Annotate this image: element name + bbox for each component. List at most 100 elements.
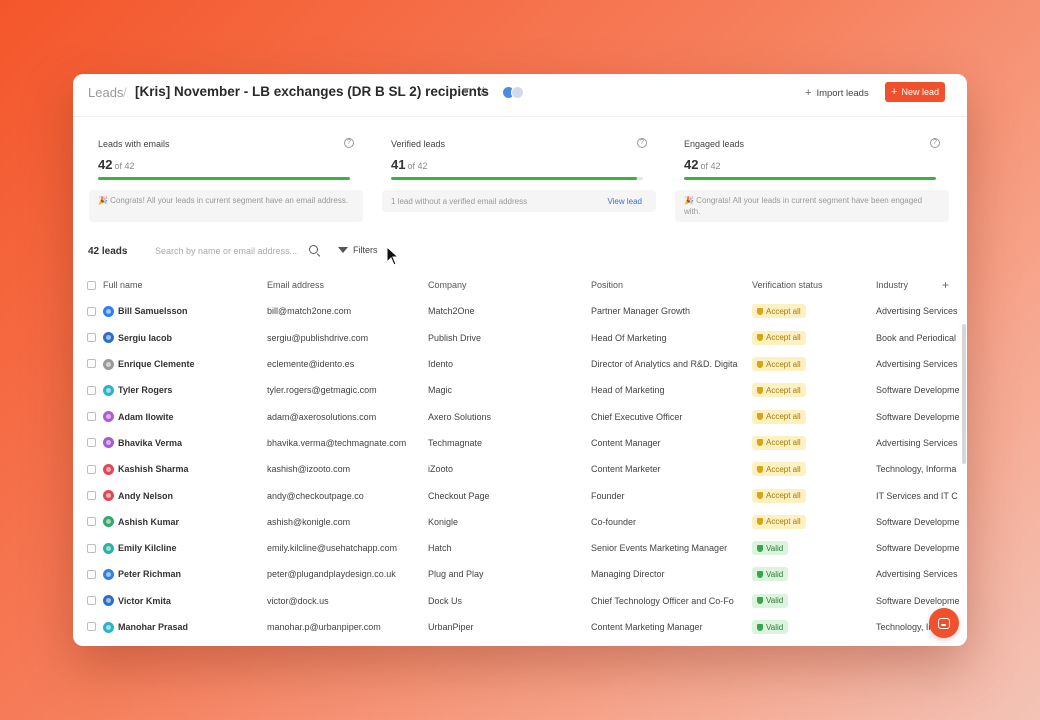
cell-email[interactable]: manohar.p@urbanpiper.com [267,614,422,640]
row-checkbox[interactable] [87,490,96,500]
cell-full-name[interactable]: Kashish Sharma [103,456,253,482]
cell-verification-status[interactable]: Valid [752,535,870,561]
cell-verification-status[interactable]: Accept all [752,456,870,482]
import-leads-button[interactable]: + Import leads [805,84,869,102]
table-row[interactable]: Victor Kmita victor@dock.us Dock Us Chief T… [73,588,967,614]
cell-position[interactable]: Director of Analytics and R&D. Digita [591,351,743,377]
row-checkbox[interactable] [87,517,96,527]
select-all-checkbox[interactable] [87,280,96,290]
cell-full-name[interactable]: Bhavika Verma [103,430,253,456]
row-checkbox[interactable] [87,543,96,553]
table-row[interactable]: Bill Samuelsson bill@match2one.com Match2O… [73,298,967,324]
cell-company[interactable]: Magic [428,377,583,403]
cell-verification-status[interactable]: Accept all [752,509,870,535]
table-row[interactable]: Adam Ilowite adam@axerosolutions.com Axero… [73,404,967,430]
table-row[interactable]: Tyler Rogers tyler.rogers@getmagic.com Mag… [73,377,967,403]
cell-email[interactable]: tyler.rogers@getmagic.com [267,377,422,403]
cell-full-name[interactable]: Sergiu Iacob [103,325,253,351]
cell-industry[interactable]: Software Developme [876,404,967,430]
cell-company[interactable]: Publish Drive [428,325,583,351]
table-row[interactable]: Ashish Kumar ashish@konigle.com Konigle Co-… [73,509,967,535]
page-title[interactable]: [Kris] November - LB exchanges (DR B SL … [135,84,489,99]
column-header-position[interactable]: Position [591,272,743,298]
cell-position[interactable]: Content Manager [591,430,743,456]
cell-verification-status[interactable]: Accept all [752,351,870,377]
cell-position[interactable]: Content Marketer [591,456,743,482]
cell-verification-status[interactable]: Accept all [752,377,870,403]
cell-industry[interactable]: Software Developme [876,509,967,535]
cell-full-name[interactable]: Emily Kilcline [103,535,253,561]
cell-position[interactable]: Head Of Marketing [591,325,743,351]
cell-industry[interactable]: Software Developme [876,535,967,561]
table-row[interactable]: Kashish Sharma kashish@izooto.com iZooto Co… [73,456,967,482]
cell-verification-status[interactable]: Accept all [752,298,870,324]
cell-email[interactable]: bhavika.verma@techmagnate.com [267,430,422,456]
cell-position[interactable]: Founder [591,482,743,508]
table-row[interactable]: Bhavika Verma bhavika.verma@techmagnate.c… [73,430,967,456]
cell-position[interactable]: Senior Events Marketing Manager [591,535,743,561]
breadcrumb-leads[interactable]: Leads [88,85,123,100]
cell-email[interactable]: andy@checkoutpage.co [267,482,422,508]
column-header-company[interactable]: Company [428,272,583,298]
column-header-email[interactable]: Email address [267,272,422,298]
search-input[interactable] [155,242,325,260]
cell-company[interactable]: Axero Solutions [428,404,583,430]
cell-industry[interactable]: Technology, Informa [876,456,967,482]
cell-position[interactable]: Head of Marketing [591,377,743,403]
cell-position[interactable]: Partner Manager Growth [591,298,743,324]
cell-company[interactable]: UrbanPiper [428,614,583,640]
cell-full-name[interactable]: Ashish Kumar [103,509,253,535]
column-header-industry[interactable]: Industry [876,272,967,298]
row-checkbox[interactable] [87,464,96,474]
chat-support-button[interactable] [929,608,959,638]
cell-verification-status[interactable]: Valid [752,614,870,640]
collaborator-avatar[interactable] [511,86,524,99]
row-checkbox[interactable] [87,306,96,316]
row-checkbox[interactable] [87,412,96,421]
cell-verification-status[interactable]: Accept all [752,325,870,351]
cell-position[interactable]: Chief Executive Officer [591,404,743,430]
cell-full-name[interactable]: Peter Richman [103,561,253,587]
cell-full-name[interactable]: Manohar Prasad [103,614,253,640]
cell-company[interactable]: Match2One [428,298,583,324]
help-icon[interactable]: ? [344,138,354,148]
new-lead-button[interactable]: + New lead [885,82,945,102]
cell-full-name[interactable]: Andy Nelson [103,482,253,508]
cell-industry[interactable]: IT Services and IT C [876,482,967,508]
cell-company[interactable]: Techmagnate [428,430,583,456]
column-header-full-name[interactable]: Full name [103,272,253,298]
table-row[interactable]: Sergiu Iacob sergiu@publishdrive.com Publi… [73,325,967,351]
cell-company[interactable]: Konigle [428,509,583,535]
table-row[interactable]: Andy Nelson andy@checkoutpage.co Checkout … [73,482,967,508]
view-lead-link[interactable]: View lead [607,196,642,207]
cell-company[interactable]: Idento [428,351,583,377]
cell-full-name[interactable]: Adam Ilowite [103,404,253,430]
cell-industry[interactable]: Software Developme [876,377,967,403]
table-row[interactable]: Peter Richman peter@plugandplaydesign.co.… [73,561,967,587]
row-checkbox[interactable] [87,622,96,632]
cell-industry[interactable]: Advertising Services [876,561,967,587]
cell-email[interactable]: adam@axerosolutions.com [267,404,422,430]
cell-company[interactable]: Checkout Page [428,482,583,508]
cell-company[interactable]: Plug and Play [428,561,583,587]
row-checkbox[interactable] [87,569,96,579]
cell-industry[interactable]: Book and Periodical [876,325,967,351]
cell-company[interactable]: Hatch [428,535,583,561]
table-row[interactable]: Emily Kilcline emily.kilcline@usehatchapp… [73,535,967,561]
star-icon[interactable]: ☆ [478,84,489,98]
cell-position[interactable]: Managing Director [591,561,743,587]
cell-verification-status[interactable]: Accept all [752,404,870,430]
row-checkbox[interactable] [87,359,96,369]
column-header-verification-status[interactable]: Verification status [752,272,870,298]
row-checkbox[interactable] [87,596,96,606]
cell-full-name[interactable]: Victor Kmita [103,588,253,614]
cell-industry[interactable]: Advertising Services [876,298,967,324]
add-column-icon[interactable]: + [942,272,949,298]
cell-position[interactable]: Chief Technology Officer and Co-Fo [591,588,743,614]
cell-full-name[interactable]: Enrique Clemente [103,351,253,377]
scrollbar[interactable] [962,324,966,464]
cell-industry[interactable]: Software Developme [876,588,967,614]
cell-industry[interactable]: Advertising Services [876,351,967,377]
row-checkbox[interactable] [87,438,96,448]
cell-email[interactable]: bill@match2one.com [267,298,422,324]
